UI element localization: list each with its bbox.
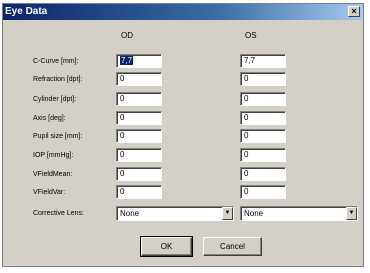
c-curve-od-value: 7,7 <box>120 56 134 65</box>
column-header-os: OS <box>245 31 257 40</box>
corrective-lens-od-value: None <box>120 209 140 218</box>
label-corrective-lens: Corrective Lens: <box>33 210 84 217</box>
pupil-size-os-field[interactable]: 0 <box>240 129 286 143</box>
vfield-var-os-field[interactable]: 0 <box>240 185 286 199</box>
label-pupil-size: Pupil size [mm]: <box>33 133 83 140</box>
corrective-lens-od-select[interactable]: None ▼ <box>116 206 234 221</box>
corrective-lens-os-select[interactable]: None ▼ <box>240 206 358 221</box>
axis-od-field[interactable]: 0 <box>116 111 162 125</box>
iop-od-field[interactable]: 0 <box>116 148 162 162</box>
label-c-curve: C-Curve [mm]: <box>33 58 79 65</box>
cylinder-os-field[interactable]: 0 <box>240 92 286 106</box>
label-vfield-var: VFieldVar: <box>33 189 66 196</box>
ok-button[interactable]: OK <box>140 236 193 257</box>
refraction-os-field[interactable]: 0 <box>240 72 286 86</box>
refraction-od-field[interactable]: 0 <box>116 72 162 86</box>
chevron-down-icon[interactable]: ▼ <box>222 207 233 220</box>
corrective-lens-os-value: None <box>244 209 264 218</box>
title-bar: Eye Data × <box>3 4 363 20</box>
dialog-title: Eye Data <box>5 6 48 17</box>
c-curve-os-field[interactable]: 7,7 <box>240 54 286 68</box>
c-curve-od-field[interactable]: 7,7 <box>116 54 162 68</box>
cylinder-od-field[interactable]: 0 <box>116 92 162 106</box>
vfield-mean-os-field[interactable]: 0 <box>240 167 286 181</box>
label-iop: IOP [mmHg]: <box>33 152 74 159</box>
label-axis: Axis [deg]: <box>33 115 66 122</box>
label-vfield-mean: VFieldMean: <box>33 171 73 178</box>
iop-os-field[interactable]: 0 <box>240 148 286 162</box>
label-cylinder: Cylinder [dpt]: <box>33 96 77 103</box>
cancel-button[interactable]: Cancel <box>203 237 262 256</box>
chevron-down-icon[interactable]: ▼ <box>346 207 357 220</box>
label-refraction: Refraction [dpt]: <box>33 76 83 83</box>
vfield-var-od-field[interactable]: 0 <box>116 185 162 199</box>
close-icon[interactable]: × <box>348 6 360 17</box>
eye-data-dialog: Eye Data × OD OS C-Curve [mm]: 7,7 7,7 R… <box>2 3 364 267</box>
pupil-size-od-field[interactable]: 0 <box>116 129 162 143</box>
vfield-mean-od-field[interactable]: 0 <box>116 167 162 181</box>
axis-os-field[interactable]: 0 <box>240 111 286 125</box>
column-header-od: OD <box>121 31 133 40</box>
